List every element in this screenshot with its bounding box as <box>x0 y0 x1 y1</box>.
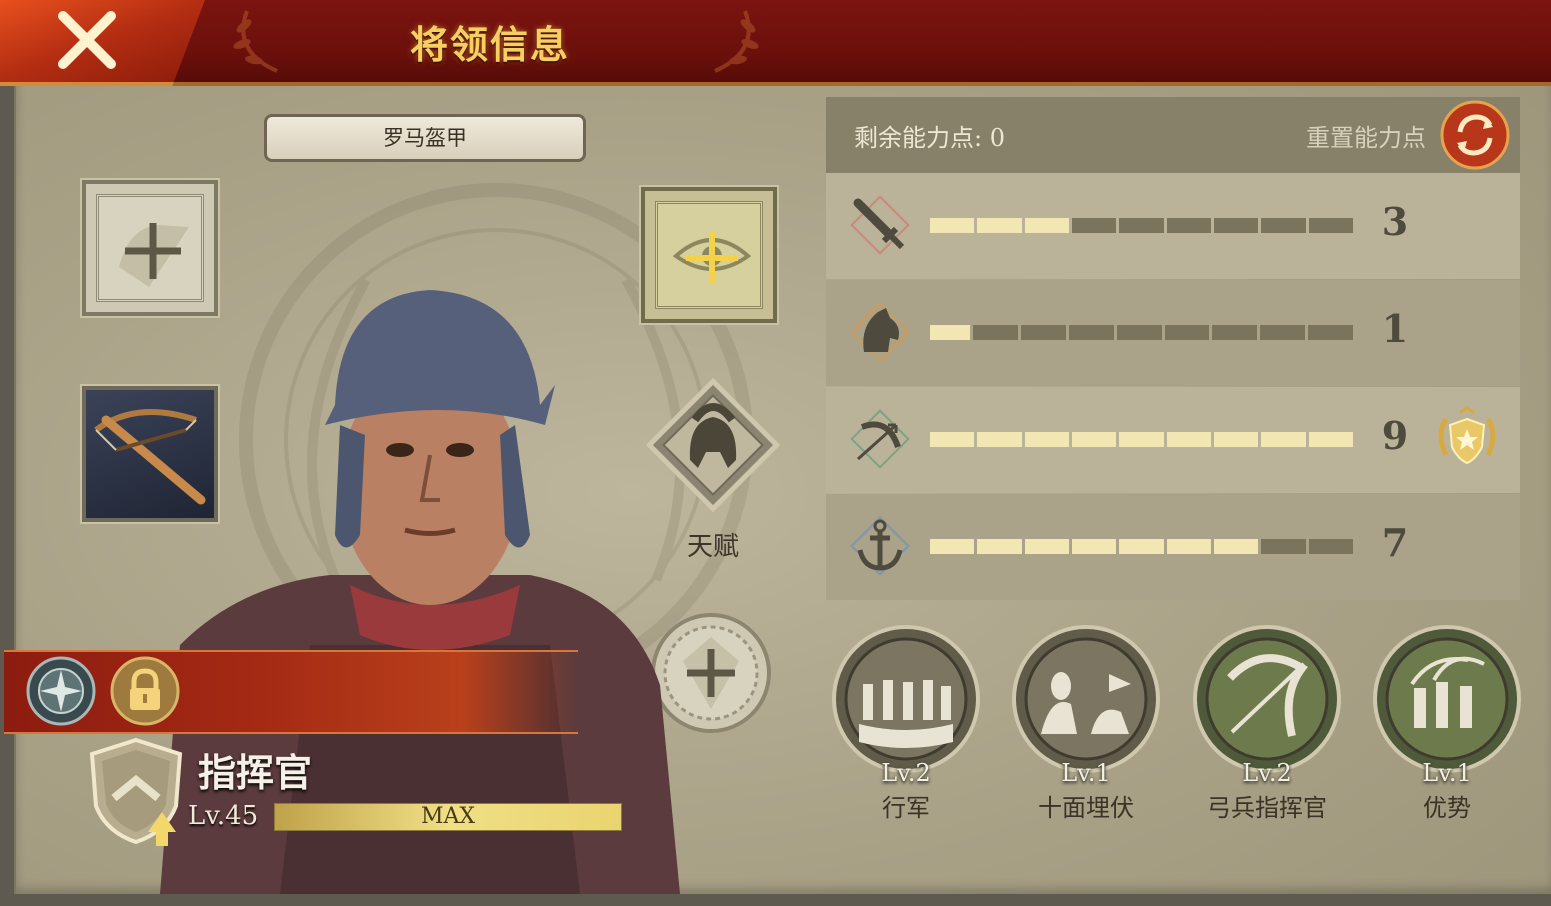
stat-segment-filled <box>1071 539 1117 554</box>
stat-segment-filled <box>1119 432 1164 447</box>
stat-bar <box>930 218 1353 233</box>
stat-segment-empty <box>1261 218 1306 233</box>
stat-segment-filled <box>1308 432 1353 447</box>
stat-segment-filled <box>930 539 975 554</box>
stat-segment-empty <box>973 325 1019 340</box>
stat-segment-empty <box>1213 218 1259 233</box>
stat-segment-filled <box>1166 432 1211 447</box>
stat-row-attack: 3 <box>826 173 1520 279</box>
close-icon[interactable] <box>55 8 119 72</box>
title-bar: 将领信息 <box>0 0 1551 86</box>
skill-name: 弓兵指挥官 <box>1207 794 1327 822</box>
stat-segment-filled <box>1024 432 1069 447</box>
stat-row-cavalry: 1 <box>826 280 1520 386</box>
stat-segment-empty <box>1116 325 1162 340</box>
stat-segment-empty <box>1308 325 1353 340</box>
reset-refresh-icon[interactable] <box>1440 100 1510 170</box>
stat-segment-filled <box>1024 539 1069 554</box>
rank-shield-icon <box>89 737 183 846</box>
stat-segment-empty <box>1212 325 1258 340</box>
stat-bar <box>930 539 1353 554</box>
stat-segment-empty <box>1261 539 1306 554</box>
stat-segment-filled <box>977 218 1022 233</box>
stat-value: 7 <box>1381 520 1409 565</box>
stat-segment-filled <box>1166 539 1211 554</box>
stat-segment-filled <box>1261 432 1306 447</box>
stat-segment-filled <box>977 432 1022 447</box>
experience-label: MAX <box>420 804 476 829</box>
stat-segment-filled <box>930 432 975 447</box>
stat-segment-empty <box>1021 325 1066 340</box>
stat-segment-empty <box>1119 218 1164 233</box>
armor-name-label[interactable]: 罗马盔甲 <box>264 114 586 162</box>
stat-row-navy: 7 <box>826 494 1520 600</box>
stat-segment-filled <box>1024 218 1069 233</box>
bow-icon <box>850 409 910 469</box>
stat-segment-empty <box>1164 325 1210 340</box>
stat-segment-filled <box>1213 539 1259 554</box>
remaining-points-label: 剩余能力点: 0 <box>854 124 1005 152</box>
stat-bar <box>930 432 1353 447</box>
stat-bar <box>930 325 1353 340</box>
stat-segment-filled <box>977 539 1022 554</box>
stat-row-archery: 9 <box>826 387 1520 493</box>
experience-bar: MAX <box>274 803 622 831</box>
skill-advantage[interactable]: Lv.1 优势 <box>1372 624 1522 824</box>
skill-archer-commander[interactable]: Lv.2 弓兵指挥官 <box>1192 624 1342 824</box>
stat-segment-filled <box>930 325 971 340</box>
laurel-right-icon <box>714 10 759 73</box>
skill-name: 行军 <box>882 794 930 822</box>
skill-ambush[interactable]: Lv.1 十面埋伏 <box>1011 624 1161 824</box>
lock-icon[interactable] <box>110 656 180 726</box>
skill-level: Lv.2 <box>881 759 931 787</box>
close-button[interactable] <box>0 0 205 86</box>
skill-level: Lv.1 <box>1422 759 1472 787</box>
stat-segment-empty <box>1069 325 1114 340</box>
stat-segment-empty <box>1308 218 1353 233</box>
skill-name: 优势 <box>1423 794 1471 822</box>
laurel-star-medal-icon[interactable] <box>1432 405 1502 475</box>
stat-segment-empty <box>1308 539 1353 554</box>
reset-points-label[interactable]: 重置能力点 <box>1306 118 1426 153</box>
stat-segment-filled <box>930 218 975 233</box>
stat-segment-empty <box>1071 218 1117 233</box>
stat-segment-filled <box>1119 539 1164 554</box>
stat-segment-filled <box>1071 432 1117 447</box>
ambush-soldiers-icon <box>1012 625 1160 773</box>
compass-emblem-icon[interactable] <box>26 656 96 726</box>
horse-icon <box>850 302 910 362</box>
stat-value: 3 <box>1381 199 1409 244</box>
stat-segment-empty <box>1166 218 1211 233</box>
page-title: 将领信息 <box>409 22 570 67</box>
laurel-left-icon <box>233 10 278 73</box>
skill-level: Lv.1 <box>1061 759 1111 787</box>
archers-volley-icon <box>1373 625 1521 773</box>
stat-value: 1 <box>1381 306 1409 351</box>
skill-level: Lv.2 <box>1242 759 1292 787</box>
marching-soldiers-icon <box>832 625 980 773</box>
skill-march[interactable]: Lv.2 行军 <box>831 624 981 824</box>
rank-title: 指挥官 <box>198 750 313 795</box>
stat-segment-empty <box>1260 325 1306 340</box>
anchor-icon <box>850 516 910 576</box>
stat-value: 9 <box>1381 413 1409 458</box>
bow-arrow-icon <box>1193 625 1341 773</box>
sword-icon <box>850 195 910 255</box>
commander-level: Lv.45 <box>188 801 259 831</box>
skill-name: 十面埋伏 <box>1038 794 1134 822</box>
stat-segment-filled <box>1213 432 1259 447</box>
